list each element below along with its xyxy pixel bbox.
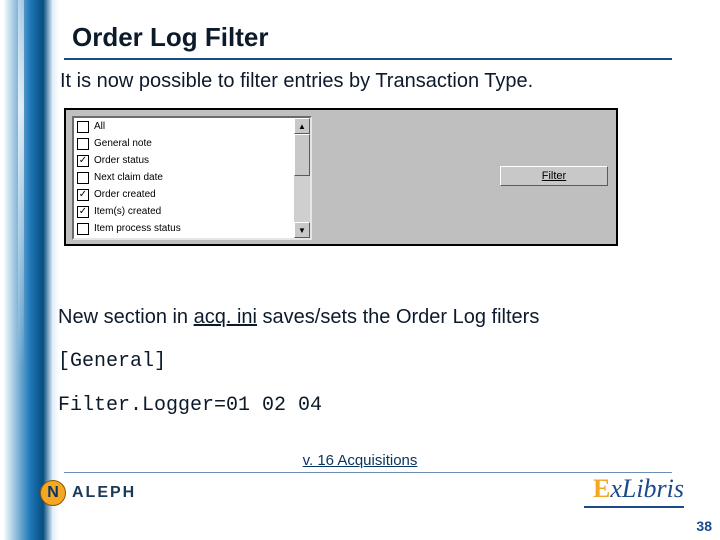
transaction-type-listbox[interactable]: All General note ✓ Order status Next cla… [72, 116, 312, 240]
list-item-label: Next claim date [94, 172, 163, 183]
list-item[interactable]: Next claim date [74, 169, 294, 186]
exlibris-logo-e: E [593, 474, 610, 503]
aleph-logo-text: ALEPH [72, 484, 136, 502]
note-text: New section in acq. ini saves/sets the O… [58, 306, 539, 329]
note-file: acq. ini [194, 306, 257, 328]
filter-panel: All General note ✓ Order status Next cla… [64, 108, 618, 246]
scrollbar[interactable]: ▲ ▼ [294, 118, 310, 238]
title-underline [64, 58, 672, 60]
exlibris-underline [584, 506, 684, 508]
aleph-logo-icon: N [40, 480, 66, 506]
list-item-label: Order created [94, 189, 156, 200]
list-item-label: Order status [94, 155, 149, 166]
checkbox[interactable] [77, 138, 89, 150]
scroll-thumb[interactable] [294, 134, 310, 176]
checkbox-checked[interactable]: ✓ [77, 189, 89, 201]
exlibris-logo: ExLibris [593, 474, 684, 504]
scroll-up-button[interactable]: ▲ [294, 118, 310, 134]
list-item[interactable]: General note [74, 135, 294, 152]
list-item-label: Item process status [94, 223, 181, 234]
filter-button[interactable]: Filter [500, 166, 608, 186]
note-pre: New section in [58, 306, 194, 328]
scroll-down-button[interactable]: ▼ [294, 222, 310, 238]
checkbox[interactable] [77, 172, 89, 184]
intro-text: It is now possible to filter entries by … [60, 70, 533, 93]
page-number: 38 [696, 518, 712, 534]
aleph-logo: N ALEPH [40, 480, 136, 506]
list-item-label: General note [94, 138, 152, 149]
footer-text: v. 16 Acquisitions [0, 452, 720, 469]
checkbox-checked[interactable]: ✓ [77, 206, 89, 218]
footer-divider [64, 472, 672, 473]
code-line: Filter.Logger=01 02 04 [58, 394, 322, 417]
code-section-header: [General] [58, 350, 166, 373]
exlibris-logo-rest: xLibris [610, 474, 684, 503]
slide: Order Log Filter It is now possible to f… [0, 0, 720, 540]
listbox-inner: All General note ✓ Order status Next cla… [74, 118, 294, 238]
note-post: saves/sets the Order Log filters [257, 306, 539, 328]
checkbox-checked[interactable]: ✓ [77, 155, 89, 167]
page-title: Order Log Filter [72, 22, 268, 53]
list-item[interactable]: ✓ Item(s) created [74, 203, 294, 220]
checkbox[interactable] [77, 223, 89, 235]
list-item-label: Item(s) created [94, 206, 161, 217]
list-item[interactable]: ✓ Order status [74, 152, 294, 169]
list-item-label: All [94, 121, 105, 132]
list-item[interactable]: ✓ Order created [74, 186, 294, 203]
list-item[interactable]: All [74, 118, 294, 135]
list-item[interactable]: Item process status [74, 220, 294, 237]
checkbox[interactable] [77, 121, 89, 133]
